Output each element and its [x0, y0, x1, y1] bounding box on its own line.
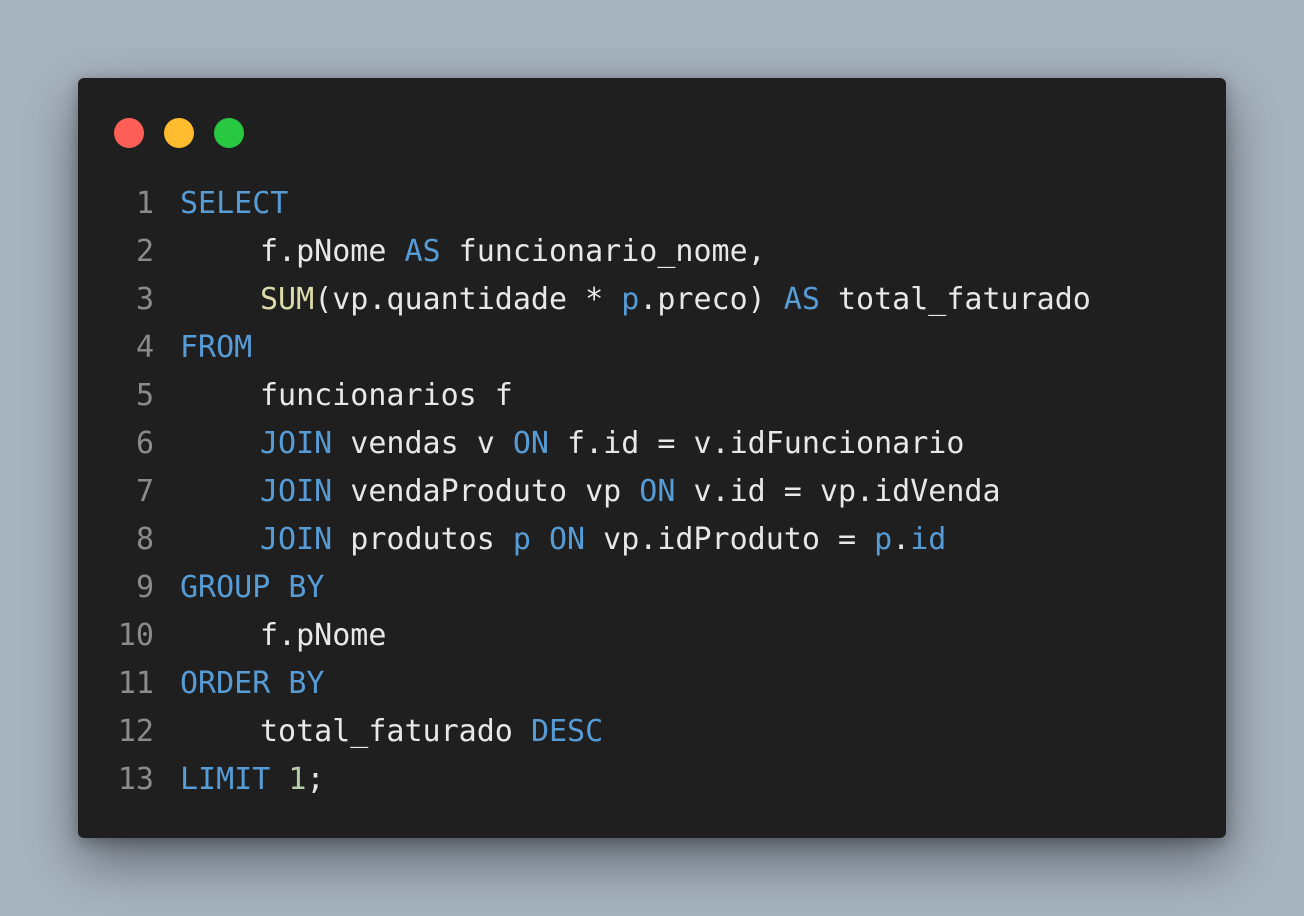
code-token-keyword: ON	[549, 522, 586, 557]
code-line: 10 f.pNome	[78, 612, 1226, 660]
code-token-keyword: ON	[512, 426, 549, 461]
line-number: 3	[135, 282, 154, 317]
code-token-identifier	[531, 522, 549, 557]
background: 1 SELECT 2 f.pNome AS funcionario_nome, 3 SUM…	[0, 0, 1304, 916]
code-line: 3 SUM(vp.quantidade * p.preco) AS total_f…	[78, 276, 1226, 324]
code-line: 6 JOIN vendas v ON f.id = v.idFuncionario	[78, 420, 1226, 468]
code-token-keyword: ON	[639, 474, 676, 509]
code-token-keyword: DESC	[530, 714, 604, 749]
code-token-identifier: vendas v	[332, 426, 513, 461]
code-text: JOIN produtos p ON vp.idProduto = p.id	[260, 516, 946, 564]
code-text: JOIN vendas v ON f.id = v.idFuncionario	[260, 420, 964, 468]
code-token-identifier: (vp.quantidade *	[314, 282, 622, 317]
minimize-dot-icon[interactable]	[164, 118, 194, 148]
code-token-keyword: JOIN	[260, 522, 333, 557]
line-number: 7	[135, 474, 154, 509]
code-token-identifier: ;	[306, 762, 325, 797]
line-number: 9	[135, 570, 154, 605]
code-window: 1 SELECT 2 f.pNome AS funcionario_nome, 3 SUM…	[78, 78, 1226, 838]
code-line: 8 JOIN produtos p ON vp.idProduto = p.id	[78, 516, 1226, 564]
close-dot-icon[interactable]	[114, 118, 144, 148]
code-token-identifier: v.id = vp.idVenda	[675, 474, 1001, 509]
code-text: JOIN vendaProduto vp ON v.id = vp.idVend…	[260, 468, 1001, 516]
code-token-keyword: AS	[783, 282, 820, 317]
code-token-identifier: f.pNome	[260, 234, 405, 269]
code-line: 5 funcionarios f	[78, 372, 1226, 420]
code-token-function: SUM	[260, 282, 315, 317]
code-token-identifier: produtos	[332, 522, 513, 557]
code-text: LIMIT 1;	[180, 756, 325, 804]
code-token-number: 1	[288, 762, 307, 797]
code-token-keyword: JOIN	[260, 474, 333, 509]
line-number: 6	[135, 426, 154, 461]
code-token-identifier: f.pNome	[260, 618, 387, 653]
line-number: 12	[117, 714, 154, 749]
code-line: 4 FROM	[78, 324, 1226, 372]
code-token-keyword: p	[874, 522, 893, 557]
code-token-keyword: GROUP BY	[180, 570, 325, 605]
code-text: SELECT	[180, 180, 288, 228]
code-text: f.pNome AS funcionario_nome,	[260, 228, 766, 276]
code-token-identifier	[270, 762, 288, 797]
code-token-keyword: LIMIT	[180, 762, 271, 797]
code-block: 1 SELECT 2 f.pNome AS funcionario_nome, 3 SUM…	[78, 180, 1226, 804]
code-token-keyword: FROM	[180, 330, 253, 365]
code-text: ORDER BY	[180, 660, 325, 708]
code-token-identifier: funcionarios f	[260, 378, 513, 413]
code-token-keyword: ORDER BY	[180, 666, 325, 701]
code-token-keyword: id	[910, 522, 947, 557]
code-text: GROUP BY	[180, 564, 325, 612]
line-number: 1	[135, 186, 154, 221]
code-text: FROM	[180, 324, 252, 372]
line-number: 5	[135, 378, 154, 413]
code-text: f.pNome	[260, 612, 386, 660]
code-line: 13 LIMIT 1;	[78, 756, 1226, 804]
code-token-keyword: p	[621, 282, 640, 317]
line-number: 13	[117, 762, 154, 797]
code-line: 11 ORDER BY	[78, 660, 1226, 708]
line-number: 2	[135, 234, 154, 269]
line-number: 11	[117, 666, 154, 701]
code-token-keyword: JOIN	[260, 426, 333, 461]
code-text: total_faturado DESC	[260, 708, 603, 756]
line-number: 10	[117, 618, 154, 653]
line-number: 8	[135, 522, 154, 557]
code-text: SUM(vp.quantidade * p.preco) AS total_fa…	[260, 276, 1091, 324]
code-token-keyword: AS	[404, 234, 441, 269]
code-text: funcionarios f	[260, 372, 513, 420]
maximize-dot-icon[interactable]	[214, 118, 244, 148]
code-token-identifier: .	[892, 522, 911, 557]
code-line: 2 f.pNome AS funcionario_nome,	[78, 228, 1226, 276]
code-token-identifier: f.id = v.idFuncionario	[549, 426, 965, 461]
code-line: 1 SELECT	[78, 180, 1226, 228]
code-line: 7 JOIN vendaProduto vp ON v.id = vp.idVen…	[78, 468, 1226, 516]
code-token-identifier: vp.idProduto =	[585, 522, 875, 557]
code-line: 9 GROUP BY	[78, 564, 1226, 612]
line-number: 4	[135, 330, 154, 365]
code-token-keyword: SELECT	[180, 186, 289, 221]
code-line: 12 total_faturado DESC	[78, 708, 1226, 756]
code-token-keyword: p	[512, 522, 531, 557]
code-token-identifier: .preco)	[639, 282, 784, 317]
code-token-identifier: funcionario_nome,	[440, 234, 766, 269]
code-token-identifier: vendaProduto vp	[332, 474, 640, 509]
code-token-identifier: total_faturado	[260, 714, 531, 749]
code-token-identifier: total_faturado	[819, 282, 1091, 317]
